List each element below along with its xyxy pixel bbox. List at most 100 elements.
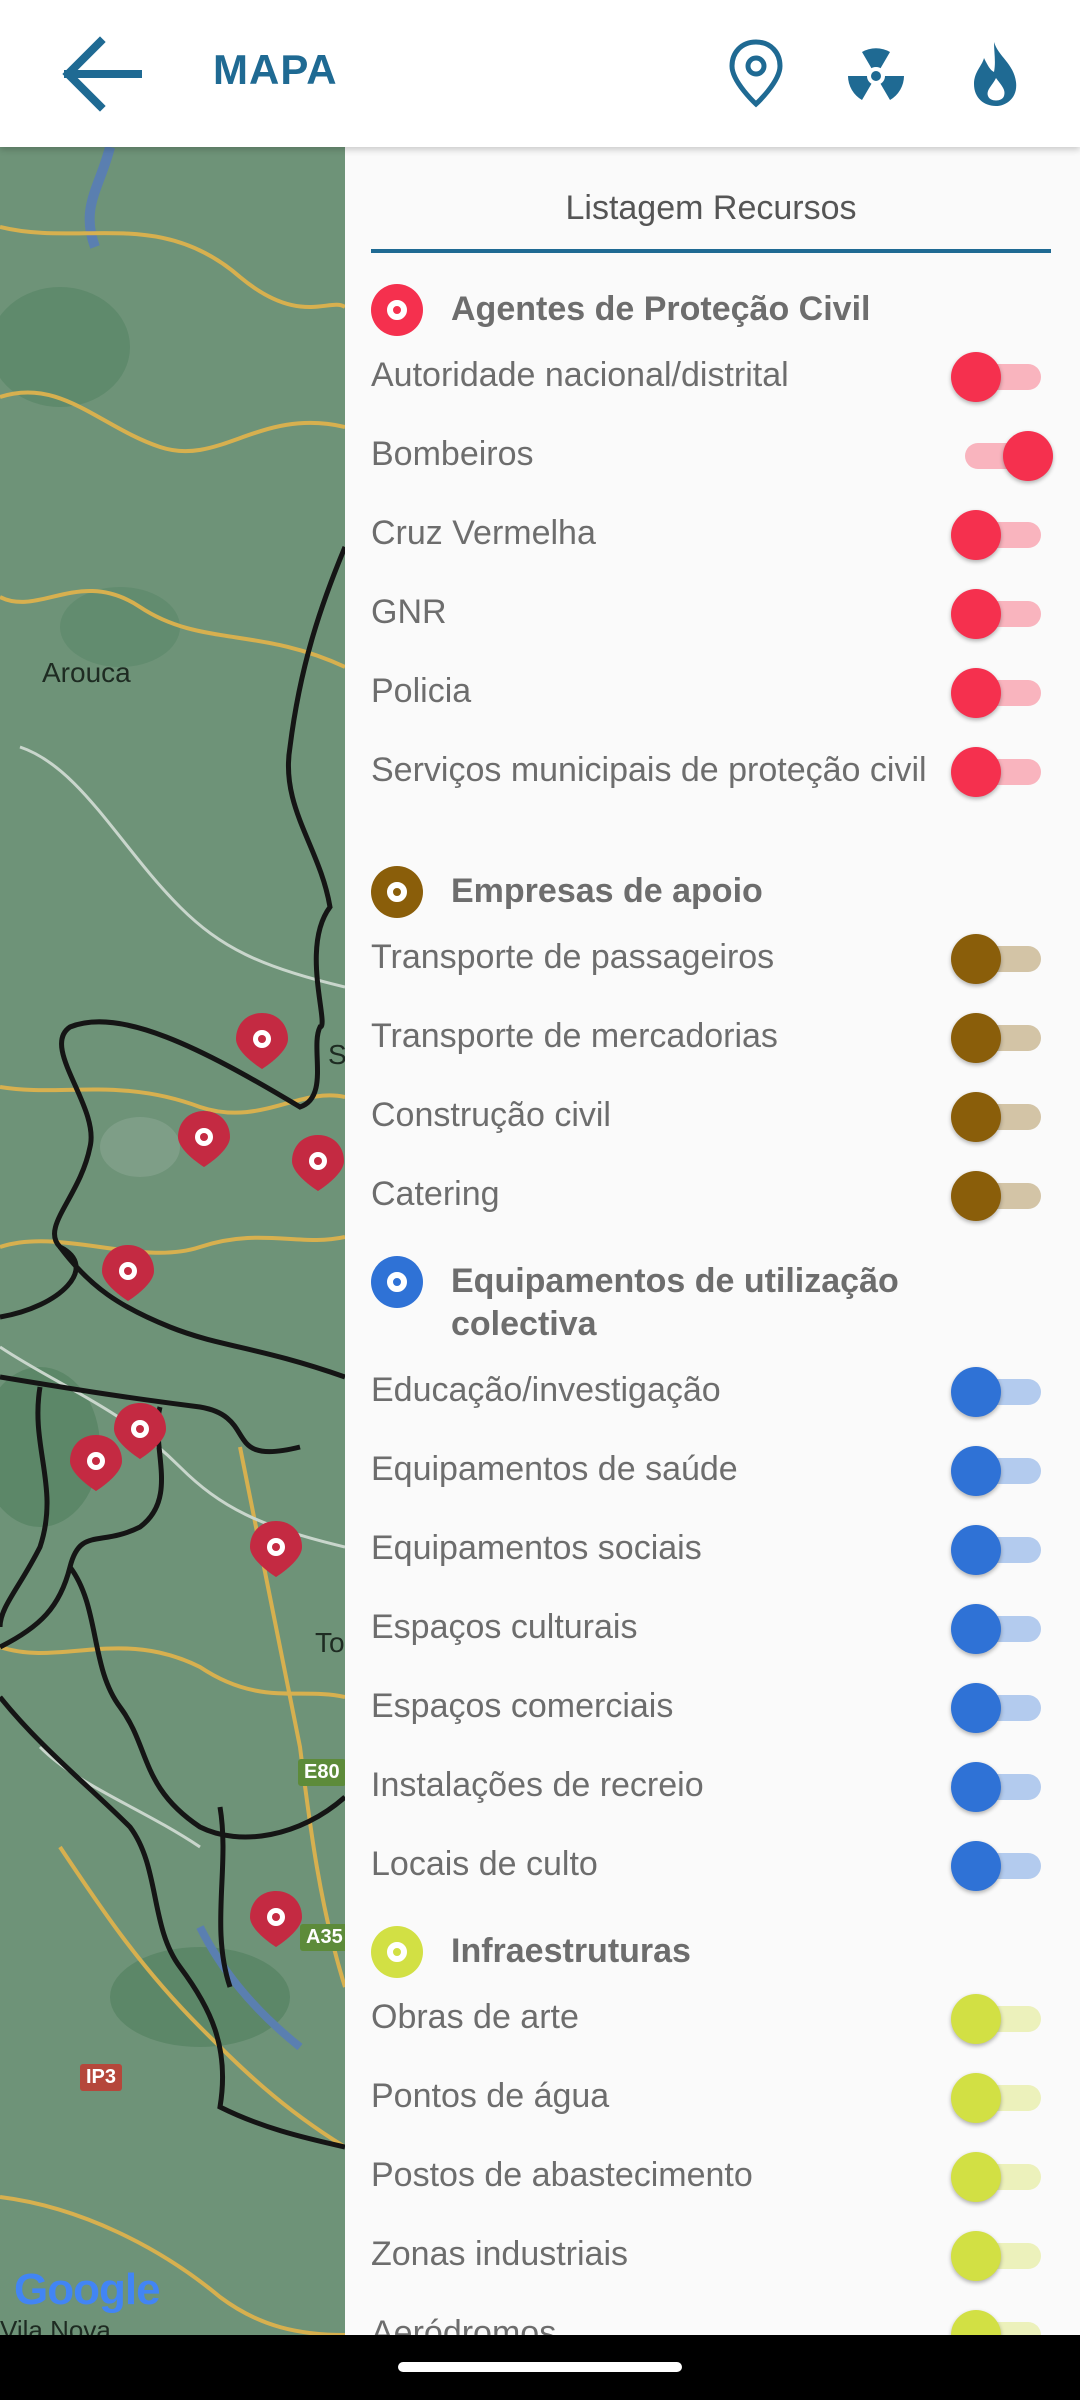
section-title: Infraestruturas — [451, 1932, 691, 1970]
resource-row: Policia — [371, 668, 1051, 718]
resource-toggle-switch[interactable] — [951, 1013, 1041, 1063]
resource-toggle-switch[interactable] — [951, 1604, 1041, 1654]
panel-title-underline — [371, 249, 1051, 253]
resource-label: Equipamentos sociais — [371, 1529, 702, 1567]
resource-label: Autoridade nacional/distrital — [371, 356, 789, 394]
resource-toggle-switch[interactable] — [951, 510, 1041, 560]
resource-label: Educação/investigação — [371, 1371, 721, 1409]
resource-label: Cruz Vermelha — [371, 514, 596, 552]
resource-toggle-switch[interactable] — [951, 2310, 1041, 2335]
resource-toggle-switch[interactable] — [951, 2073, 1041, 2123]
section-header: Empresas de apoio — [371, 866, 971, 918]
location-pin-icon — [371, 1926, 423, 1978]
app-bar: MAPA — [0, 0, 1080, 147]
resource-row: Pontos de água — [371, 2073, 1051, 2123]
resource-row: Instalações de recreio — [371, 1762, 1051, 1812]
road-shield: E80 — [298, 1759, 345, 1786]
map-place-label: To — [315, 1627, 345, 1658]
fire-filter-button[interactable] — [956, 34, 1036, 114]
map-place-label: S — [328, 1039, 345, 1070]
section-title: Empresas de apoio — [451, 872, 763, 910]
resource-toggle-switch[interactable] — [951, 668, 1041, 718]
resource-row: Transporte de mercadorias — [371, 1013, 1051, 1063]
resource-toggle-switch[interactable] — [951, 747, 1041, 797]
resource-toggle-switch[interactable] — [951, 1446, 1041, 1496]
resource-row: Educação/investigação — [371, 1367, 1051, 1417]
resource-row: Zonas industriais — [371, 2231, 1051, 2281]
resource-row: Transporte de passageiros — [371, 934, 1051, 984]
resource-label: Instalações de recreio — [371, 1766, 704, 1804]
section-header: Infraestruturas — [371, 1926, 971, 1978]
resource-row: Catering — [371, 1171, 1051, 1221]
map-terrain — [0, 147, 345, 2335]
section-title: Agentes de Proteção Civil — [451, 290, 871, 328]
road-shield: IP3 — [80, 2064, 123, 2091]
resource-label: Locais de culto — [371, 1845, 598, 1883]
panel-title: Listagem Recursos — [565, 189, 857, 227]
resource-label: Transporte de passageiros — [371, 938, 775, 976]
page-title: MAPA — [213, 46, 338, 93]
resource-toggle-switch[interactable] — [951, 2231, 1041, 2281]
resource-toggle-switch[interactable] — [951, 589, 1041, 639]
resource-label: Policia — [371, 672, 472, 710]
resource-label: GNR — [371, 593, 447, 631]
resource-toggle-switch[interactable] — [951, 934, 1041, 984]
resource-label: Aeródromos — [371, 2314, 557, 2335]
resource-row: Equipamentos de saúde — [371, 1446, 1051, 1496]
resource-toggle-switch[interactable] — [951, 1841, 1041, 1891]
resource-row: Autoridade nacional/distrital — [371, 352, 1051, 402]
resource-row: Serviços municipais de proteção civil — [371, 747, 1051, 797]
section-header: Equipamentos de utilização colectiva — [371, 1256, 971, 1346]
resource-row: Espaços comerciais — [371, 1683, 1051, 1733]
resource-row: Equipamentos sociais — [371, 1525, 1051, 1575]
flame-icon — [974, 42, 1017, 106]
map-view[interactable]: Arouca S To E80 A35 IP3 Vila Nova — [0, 147, 345, 2335]
system-navigation-bar — [0, 2335, 1080, 2400]
resource-label: Obras de arte — [371, 1998, 579, 2036]
map-pin-icon — [729, 39, 783, 108]
resource-toggle-switch[interactable] — [951, 1683, 1041, 1733]
resource-row: Locais de culto — [371, 1841, 1051, 1891]
resource-row: Aeródromos — [371, 2310, 1051, 2335]
resource-row: Bombeiros — [371, 431, 1053, 481]
resource-toggle-switch[interactable] — [951, 1994, 1041, 2044]
back-button[interactable] — [58, 32, 146, 116]
resource-toggle-switch[interactable] — [951, 2152, 1041, 2202]
resource-toggle-switch[interactable] — [951, 1171, 1041, 1221]
radiation-icon — [848, 48, 904, 100]
location-pin-icon — [371, 284, 423, 336]
location-filter-button[interactable] — [716, 34, 796, 114]
resource-row: Espaços culturais — [371, 1604, 1051, 1654]
resource-label: Zonas industriais — [371, 2235, 629, 2273]
resource-toggle-switch[interactable] — [957, 431, 1053, 481]
section-title: Equipamentos de utilização colectiva — [451, 1262, 899, 1343]
resource-list-panel[interactable]: Listagem Recursos Agentes de Proteção Ci… — [345, 147, 1080, 2335]
resource-label: Serviços municipais de proteção civil — [371, 751, 927, 789]
radiation-filter-button[interactable] — [836, 34, 916, 114]
resource-label: Catering — [371, 1175, 500, 1213]
resource-row: Postos de abastecimento — [371, 2152, 1051, 2202]
map-place-label: Arouca — [42, 657, 131, 688]
section-header: Agentes de Proteção Civil — [371, 284, 971, 336]
resource-label: Espaços comerciais — [371, 1687, 674, 1725]
arrow-left-icon — [62, 36, 142, 112]
location-pin-icon — [371, 1256, 423, 1308]
resource-toggle-switch[interactable] — [951, 1092, 1041, 1142]
resource-row: Construção civil — [371, 1092, 1051, 1142]
map-place-label: Vila Nova — [0, 2315, 111, 2335]
resource-row: Obras de arte — [371, 1994, 1051, 2044]
resource-toggle-switch[interactable] — [951, 352, 1041, 402]
resource-label: Construção civil — [371, 1096, 611, 1134]
resource-label: Postos de abastecimento — [371, 2156, 753, 2194]
road-shield: A35 — [300, 1924, 345, 1951]
resource-row: GNR — [371, 589, 1051, 639]
resource-label: Pontos de água — [371, 2077, 610, 2115]
resource-row: Cruz Vermelha — [371, 510, 1051, 560]
location-pin-icon — [371, 866, 423, 918]
home-gesture-handle[interactable] — [398, 2362, 682, 2372]
resource-toggle-switch[interactable] — [951, 1525, 1041, 1575]
resource-label: Espaços culturais — [371, 1608, 638, 1646]
resource-toggle-switch[interactable] — [951, 1367, 1041, 1417]
resource-label: Bombeiros — [371, 435, 534, 473]
resource-toggle-switch[interactable] — [951, 1762, 1041, 1812]
